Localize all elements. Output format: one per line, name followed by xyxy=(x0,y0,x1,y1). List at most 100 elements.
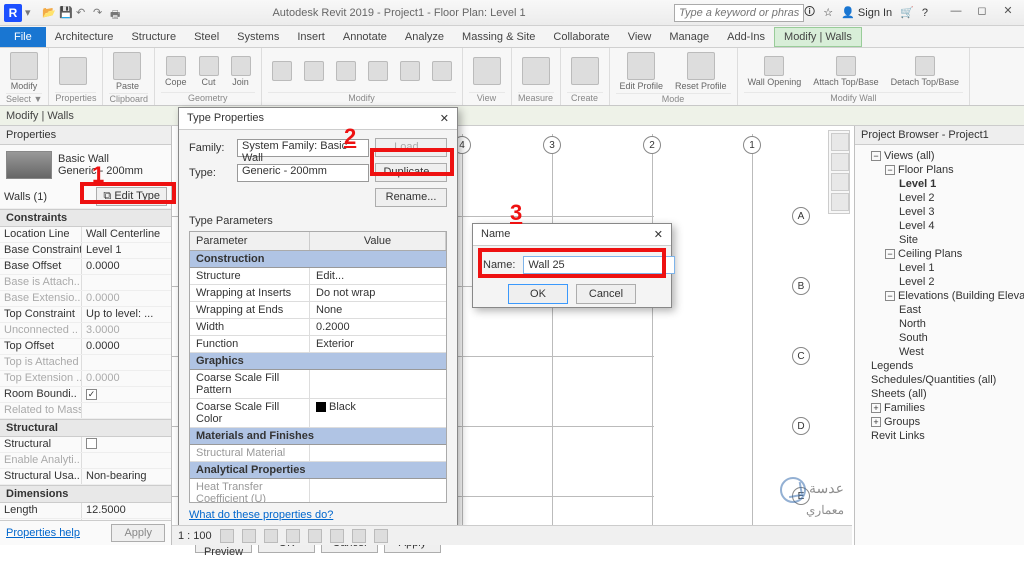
tp-param-row[interactable]: Wrapping at InsertsDo not wrap xyxy=(190,285,446,302)
ribbon-button[interactable] xyxy=(364,59,392,83)
menu-modify-walls[interactable]: Modify | Walls xyxy=(774,27,862,47)
property-row[interactable]: Base Offset0.0000 xyxy=(0,259,171,275)
tree-item[interactable]: Legends xyxy=(857,359,1022,373)
tp-param-row[interactable]: Coarse Scale Fill ColorBlack xyxy=(190,399,446,428)
property-row[interactable]: Top Offset0.0000 xyxy=(0,339,171,355)
property-row[interactable]: Related to Mass xyxy=(0,403,171,419)
tp-param-row[interactable]: Wrapping at EndsNone xyxy=(190,302,446,319)
open-icon[interactable]: 📂 xyxy=(42,6,56,20)
props-section-header[interactable]: Constraints xyxy=(0,209,171,227)
tp-close-icon[interactable]: ✕ xyxy=(440,112,449,125)
props-section-header[interactable]: Structural xyxy=(0,419,171,437)
tree-item[interactable]: West xyxy=(857,345,1022,359)
menu-structure[interactable]: Structure xyxy=(122,28,185,46)
redo-icon[interactable]: ↷ xyxy=(93,6,107,20)
tree-item[interactable]: −Views (all) xyxy=(857,149,1022,163)
crop-icon[interactable] xyxy=(308,529,322,543)
save-icon[interactable]: 💾 xyxy=(59,6,73,20)
ribbon-button[interactable]: Join xyxy=(227,54,255,89)
property-row[interactable]: Top Extension ..0.0000 xyxy=(0,371,171,387)
tp-load-button[interactable]: Load... xyxy=(375,138,447,157)
tree-item[interactable]: +Groups xyxy=(857,415,1022,429)
tp-param-row[interactable]: StructureEdit... xyxy=(190,268,446,285)
menu-view[interactable]: View xyxy=(619,28,661,46)
menu-file[interactable]: File xyxy=(0,27,46,47)
property-row[interactable]: Base is Attach.. xyxy=(0,275,171,291)
nd-ok-button[interactable]: OK xyxy=(508,284,568,304)
properties-apply-button[interactable]: Apply xyxy=(111,524,165,542)
grid-bubble[interactable]: D xyxy=(792,417,810,435)
tree-item[interactable]: Level 1 xyxy=(857,261,1022,275)
crop-region-icon[interactable] xyxy=(330,529,344,543)
tp-param-row[interactable]: FunctionExterior xyxy=(190,336,446,353)
nav-home-icon[interactable] xyxy=(831,133,849,151)
menu-collaborate[interactable]: Collaborate xyxy=(544,28,618,46)
detail-level-icon[interactable] xyxy=(220,529,234,543)
tree-item[interactable]: −Ceiling Plans xyxy=(857,247,1022,261)
properties-help-link[interactable]: Properties help xyxy=(6,527,80,539)
tree-item[interactable]: North xyxy=(857,317,1022,331)
tree-item[interactable]: Level 2 xyxy=(857,191,1022,205)
property-row[interactable]: Location LineWall Centerline xyxy=(0,227,171,243)
nd-cancel-button[interactable]: Cancel xyxy=(576,284,636,304)
property-row[interactable]: Unconnected ..3.0000 xyxy=(0,323,171,339)
tp-param-row[interactable]: Structural Material xyxy=(190,445,446,462)
ribbon-button[interactable] xyxy=(268,59,296,83)
sun-path-icon[interactable] xyxy=(264,529,278,543)
nav-zoom-icon[interactable] xyxy=(831,193,849,211)
ribbon-button[interactable] xyxy=(55,55,91,87)
visual-style-icon[interactable] xyxy=(242,529,256,543)
tree-item[interactable]: Level 2 xyxy=(857,275,1022,289)
ribbon-button[interactable]: Reset Profile xyxy=(671,50,731,93)
maximize-button[interactable]: ◻ xyxy=(970,4,994,22)
tree-item[interactable]: −Elevations (Building Elevation xyxy=(857,289,1022,303)
tree-item[interactable]: Schedules/Quantities (all) xyxy=(857,373,1022,387)
reveal-icon[interactable] xyxy=(374,529,388,543)
ribbon-button[interactable]: Edit Profile xyxy=(616,50,668,93)
signin-link[interactable]: 👤 Sign In xyxy=(841,6,892,19)
help-icon[interactable]: ? xyxy=(922,7,928,19)
property-row[interactable]: Structural xyxy=(0,437,171,453)
undo-icon[interactable]: ↶ xyxy=(76,6,90,20)
grid-bubble[interactable]: 2 xyxy=(643,136,661,154)
grid-bubble[interactable]: 1 xyxy=(743,136,761,154)
ribbon-button[interactable] xyxy=(518,55,554,87)
ribbon-button[interactable] xyxy=(396,59,424,83)
property-row[interactable]: Enable Analyti.. xyxy=(0,453,171,469)
app-menu-icon[interactable]: ▾ xyxy=(25,6,39,20)
menu-massing[interactable]: Massing & Site xyxy=(453,28,544,46)
close-button[interactable]: ✕ xyxy=(996,4,1020,22)
edit-type-button[interactable]: ⧉ Edit Type xyxy=(96,187,167,206)
grid-bubble[interactable]: B xyxy=(792,277,810,295)
tp-section-header[interactable]: Construction xyxy=(190,251,446,268)
menu-insert[interactable]: Insert xyxy=(288,28,334,46)
tp-param-row[interactable]: Coarse Scale Fill Pattern xyxy=(190,370,446,399)
tree-item[interactable]: South xyxy=(857,331,1022,345)
ribbon-button[interactable]: Modify xyxy=(6,50,42,93)
ribbon-button[interactable] xyxy=(332,59,360,83)
exchange-icon[interactable]: 🛒 xyxy=(900,6,914,19)
ribbon-button[interactable] xyxy=(300,59,328,83)
minimize-button[interactable]: — xyxy=(944,4,968,22)
tp-type-combo[interactable]: Generic - 200mm xyxy=(237,164,369,182)
search-input[interactable] xyxy=(674,4,804,22)
property-row[interactable]: Room Boundi..✓ xyxy=(0,387,171,403)
grid-bubble[interactable]: C xyxy=(792,347,810,365)
hide-icon[interactable] xyxy=(352,529,366,543)
walls-count[interactable]: Walls (1) xyxy=(4,191,47,203)
menu-systems[interactable]: Systems xyxy=(228,28,288,46)
menu-analyze[interactable]: Analyze xyxy=(396,28,453,46)
property-row[interactable]: Top is Attached xyxy=(0,355,171,371)
tree-item[interactable]: Revit Links xyxy=(857,429,1022,443)
ribbon-button[interactable]: Wall Opening xyxy=(744,54,806,89)
type-thumbnail[interactable] xyxy=(6,151,52,179)
tp-section-header[interactable]: Graphics xyxy=(190,353,446,370)
property-row[interactable]: Base ConstraintLevel 1 xyxy=(0,243,171,259)
ribbon-button[interactable]: Cut xyxy=(195,54,223,89)
ribbon-button[interactable]: Attach Top/Base xyxy=(809,54,882,89)
ribbon-button[interactable]: Paste xyxy=(109,50,145,93)
nd-name-input[interactable] xyxy=(523,256,675,274)
property-row[interactable]: Structural Usa..Non-bearing xyxy=(0,469,171,485)
tp-param-row[interactable]: Heat Transfer Coefficient (U) xyxy=(190,479,446,503)
tp-section-header[interactable]: Analytical Properties xyxy=(190,462,446,479)
